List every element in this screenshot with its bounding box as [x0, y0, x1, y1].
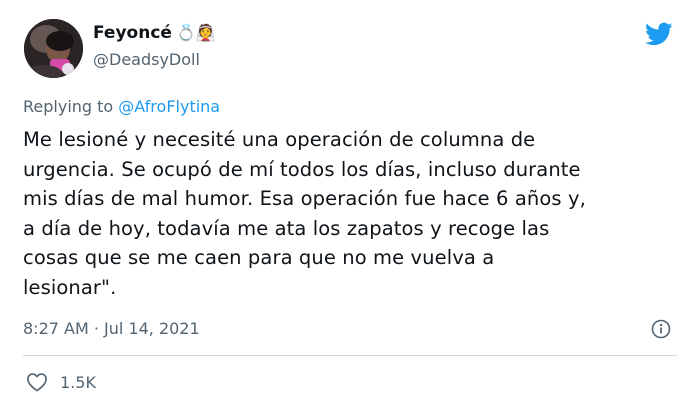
tweet-line: urgencia. Se ocupó de mí todos los días,…: [23, 157, 581, 181]
tweet-text: Me lesioné y necesité una operación de c…: [23, 125, 683, 302]
tweet-line: cosas que se me caen para que no me vuel…: [23, 246, 495, 269]
name-emojis: 💍👰: [175, 23, 216, 42]
avatar[interactable]: [24, 19, 83, 78]
like-count: 1.5K: [60, 372, 96, 392]
like-action[interactable]: 1.5K: [26, 372, 96, 392]
reply-context: Replying to @AfroFlytina: [23, 97, 220, 116]
display-name-text[interactable]: Feyoncé: [93, 23, 172, 43]
reply-target-link[interactable]: @AfroFlytina: [118, 97, 220, 116]
user-handle[interactable]: @DeadsyDoll: [93, 50, 200, 69]
twitter-bird-icon[interactable]: [643, 20, 675, 48]
tweet-line: a día de hoy, todavía me ata los zapatos…: [23, 216, 550, 240]
tweet-line: lesionar".: [23, 275, 117, 299]
tweet-timestamp[interactable]: 8:27 AM · Jul 14, 2021: [23, 319, 200, 338]
divider: [23, 355, 677, 356]
tweet-line: Me lesioné y necesité una operación de c…: [23, 128, 536, 151]
heart-icon[interactable]: [26, 372, 48, 392]
info-icon[interactable]: [651, 319, 671, 339]
display-name[interactable]: Feyoncé 💍👰: [93, 23, 216, 43]
tweet-line: mis días de mal humor. Esa operación fue…: [23, 187, 586, 210]
reply-prefix: Replying to: [23, 97, 114, 116]
